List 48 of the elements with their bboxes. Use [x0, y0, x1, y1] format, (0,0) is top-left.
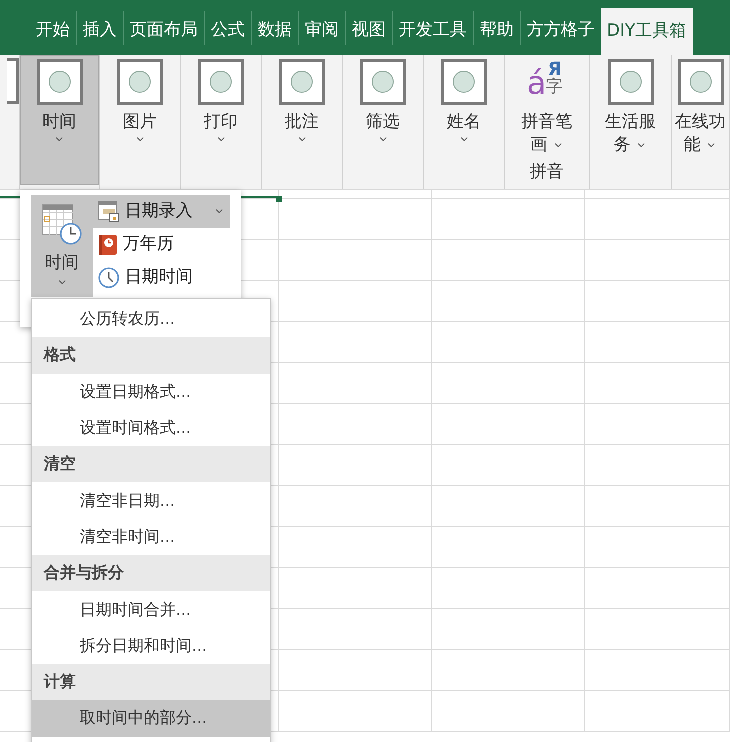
menu-item[interactable]: 取时间中的部分... — [32, 700, 270, 737]
menu-section-header: 合并与拆分 — [32, 555, 270, 592]
ribbon-tab[interactable]: 帮助 — [474, 8, 520, 55]
ribbon-button[interactable]: 筛选 — [343, 55, 423, 185]
ribbon-button[interactable]: 姓名 — [424, 55, 504, 185]
ribbon-tab[interactable]: 审阅 — [299, 8, 345, 55]
menu-item[interactable]: 拆分日期和时间... — [32, 628, 270, 664]
ribbon-tab[interactable]: 视图 — [346, 8, 392, 55]
menu-item[interactable]: 清空非日期... — [32, 482, 270, 519]
menu-item[interactable]: 日期录入 — [93, 195, 230, 228]
ribbon-tab[interactable]: 数据 — [252, 8, 298, 55]
ribbon-button[interactable]: 时间 — [20, 55, 99, 185]
ribbon-button[interactable]: 打印 — [181, 55, 261, 185]
menu-section-header: 格式 — [32, 337, 270, 374]
menu-item[interactable]: 设置日期格式... — [32, 374, 270, 410]
ribbon-tab[interactable]: DIY工具箱 — [601, 8, 692, 55]
book-clock-icon — [98, 234, 118, 256]
ribbon-tab[interactable]: 插入 — [77, 8, 123, 55]
ribbon-tab[interactable]: 开始 — [30, 8, 76, 55]
placeholder-icon — [678, 59, 724, 105]
group-label: 拼音 — [530, 160, 564, 184]
menu-item[interactable]: 清空非时间... — [32, 518, 270, 556]
ribbon-tab[interactable]: 方方格子 — [521, 8, 601, 55]
selection-handle — [276, 196, 282, 202]
menu-item[interactable]: 公历转农历... — [32, 301, 270, 338]
placeholder-icon — [360, 59, 406, 105]
placeholder-icon — [198, 59, 244, 105]
placeholder-icon — [441, 59, 487, 105]
ribbon-tab[interactable]: 开发工具 — [393, 8, 473, 55]
ribbon-tab[interactable]: 公式 — [205, 8, 251, 55]
ribbon-button[interactable]: 在线功能 — [672, 55, 729, 185]
calendar-icon — [98, 200, 120, 222]
ribbon-button[interactable]: 批注 — [262, 55, 342, 185]
menu-item[interactable]: 设置时间格式... — [32, 410, 270, 446]
menu-section-header: 计算 — [32, 664, 270, 700]
placeholder-icon — [608, 59, 654, 105]
placeholder-icon — [7, 58, 19, 104]
menu-item[interactable]: 日期时间合并... — [32, 591, 270, 628]
placeholder-icon — [36, 59, 82, 105]
placeholder-icon — [117, 59, 163, 105]
calendar-clock-icon — [41, 203, 83, 247]
menu-section-header: 清空 — [32, 446, 270, 482]
time-button[interactable]: 时间 — [31, 195, 93, 297]
placeholder-icon — [279, 59, 325, 105]
ribbon-tab[interactable]: 页面布局 — [124, 8, 204, 55]
clock-icon — [98, 266, 120, 288]
ribbon-button[interactable]: 图片 — [100, 55, 180, 185]
ribbon-button[interactable]: 生活服务 — [590, 55, 671, 185]
